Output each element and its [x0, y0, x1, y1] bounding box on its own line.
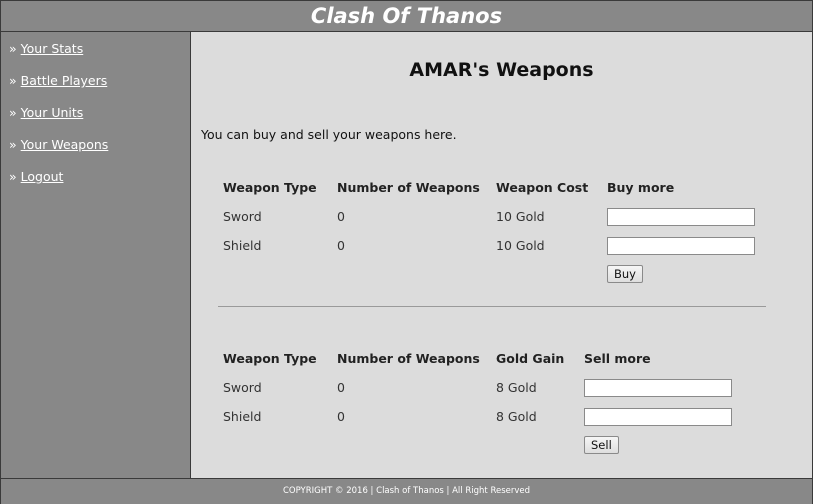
footer: COPYRIGHT © 2016 | Clash of Thanos | All…: [1, 478, 812, 504]
sidebar-bullet: »: [9, 105, 17, 120]
gold-gain: 8 Gold: [496, 380, 537, 395]
weapon-count: 0: [337, 238, 345, 253]
intro-text: You can buy and sell your weapons here.: [201, 127, 457, 142]
main-content: AMAR's Weapons You can buy and sell your…: [191, 32, 812, 478]
buy-header-cost: Weapon Cost: [496, 180, 589, 195]
weapon-count: 0: [337, 409, 345, 424]
sell-shield-input[interactable]: [584, 408, 732, 426]
weapon-cost: 10 Gold: [496, 209, 545, 224]
sell-button[interactable]: Sell: [584, 436, 619, 454]
weapon-type: Shield: [223, 238, 262, 253]
gold-gain: 8 Gold: [496, 409, 537, 424]
header: Clash Of Thanos: [1, 1, 812, 32]
sidebar-item-logout: » Logout: [9, 169, 63, 184]
weapon-count: 0: [337, 209, 345, 224]
sell-header-action: Sell more: [584, 351, 651, 366]
sell-header-type: Weapon Type: [223, 351, 317, 366]
nav-link-your-stats[interactable]: Your Stats: [21, 41, 84, 56]
sidebar-bullet: »: [9, 41, 17, 56]
sidebar-bullet: »: [9, 137, 17, 152]
weapon-cost: 10 Gold: [496, 238, 545, 253]
app-frame: Clash Of Thanos » Your Stats » Battle Play…: [0, 0, 813, 504]
sidebar-bullet: »: [9, 73, 17, 88]
buy-shield-input[interactable]: [607, 237, 755, 255]
sell-header-count: Number of Weapons: [337, 351, 480, 366]
copyright-text: COPYRIGHT © 2016 | Clash of Thanos | All…: [282, 486, 531, 496]
sidebar: » Your Stats » Battle Players » Your Units …: [1, 32, 191, 478]
nav-link-your-units[interactable]: Your Units: [21, 105, 84, 120]
nav-link-logout[interactable]: Logout: [21, 169, 64, 184]
sidebar-bullet: »: [9, 169, 17, 184]
weapon-type: Sword: [223, 209, 262, 224]
buy-header-count: Number of Weapons: [337, 180, 480, 195]
weapon-type: Shield: [223, 409, 262, 424]
sell-header-gain: Gold Gain: [496, 351, 565, 366]
weapon-type: Sword: [223, 380, 262, 395]
page-title: AMAR's Weapons: [409, 59, 594, 81]
section-divider: [218, 306, 766, 307]
buy-header-action: Buy more: [607, 180, 675, 195]
buy-header-type: Weapon Type: [223, 180, 317, 195]
nav-link-battle-players[interactable]: Battle Players: [21, 73, 108, 88]
sidebar-item-your-weapons: » Your Weapons: [9, 137, 108, 152]
buy-button[interactable]: Buy: [607, 265, 643, 283]
site-title: Clash Of Thanos: [310, 4, 503, 28]
sidebar-item-your-units: » Your Units: [9, 105, 83, 120]
sell-sword-input[interactable]: [584, 379, 732, 397]
weapon-count: 0: [337, 380, 345, 395]
nav-link-your-weapons[interactable]: Your Weapons: [21, 137, 109, 152]
sidebar-item-battle-players: » Battle Players: [9, 73, 107, 88]
buy-sword-input[interactable]: [607, 208, 755, 226]
sidebar-item-your-stats: » Your Stats: [9, 41, 83, 56]
